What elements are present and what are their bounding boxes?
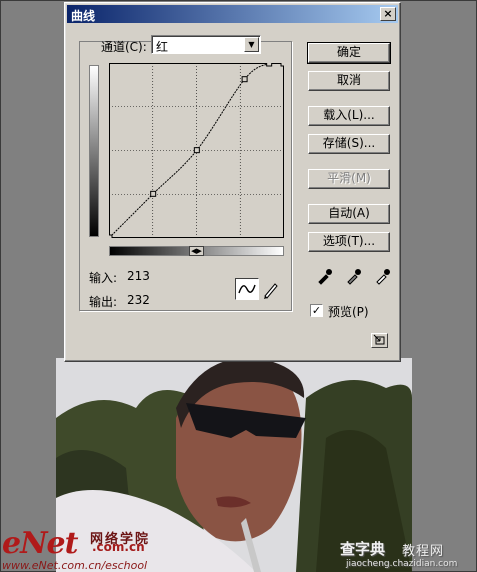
white-eyedropper-button[interactable] — [374, 267, 392, 285]
curves-dialog: 曲线 × 通道(C): 红 ▼ ◀▶ 输入: 213 输出: 232 确定 取消… — [64, 2, 401, 362]
watermark-right-sub: 教程网 — [402, 544, 445, 559]
watermark-url: www.eNet.com.cn/eschool — [2, 559, 148, 572]
curve-tool-button[interactable] — [235, 278, 259, 300]
pencil-icon — [264, 283, 278, 299]
pencil-tool-button[interactable] — [261, 278, 281, 300]
input-label: 输入: — [89, 271, 118, 285]
watermark-right-main: 查字典 — [340, 540, 386, 558]
black-eyedropper-button[interactable] — [316, 267, 334, 285]
curve-control-point[interactable] — [241, 76, 248, 83]
expand-icon — [373, 334, 385, 345]
input-value: 213 — [127, 269, 150, 283]
gradient-toggle-button[interactable]: ◀▶ — [189, 246, 204, 256]
save-button[interactable]: 存储(S)... — [308, 134, 390, 154]
options-button[interactable]: 选项(T)... — [308, 232, 390, 252]
expand-button[interactable] — [371, 333, 388, 348]
curve-control-point[interactable] — [266, 60, 273, 67]
watermark-enet: eNet 网络学院 .com.cn www.eNet.com.cn/eschoo… — [0, 526, 190, 572]
watermark-right-url: jiaocheng.chazidian.com — [346, 559, 458, 569]
auto-button[interactable]: 自动(A) — [308, 204, 390, 224]
watermark-chazidian: 查字典 教程网 jiaocheng.chazidian.com — [340, 538, 472, 570]
close-button[interactable]: × — [380, 7, 396, 21]
watermark-brand: eNet — [2, 526, 78, 561]
curve-control-point[interactable] — [106, 234, 113, 241]
chevron-down-icon[interactable]: ▼ — [244, 37, 259, 52]
cancel-button[interactable]: 取消 — [308, 71, 390, 91]
channel-value: 红 — [156, 40, 169, 54]
output-value: 232 — [127, 293, 150, 307]
channel-select[interactable]: 红 ▼ — [151, 35, 261, 54]
watermark-domain: .com.cn — [92, 540, 145, 554]
close-icon: × — [383, 7, 393, 20]
title-bar[interactable]: 曲线 × — [67, 5, 398, 23]
curve-graph[interactable] — [106, 60, 287, 241]
channel-label: 通道(C): — [101, 40, 147, 54]
check-icon[interactable]: ✓ — [310, 304, 323, 317]
preview-label: 预览(P) — [328, 305, 369, 319]
dialog-title: 曲线 — [71, 9, 96, 23]
output-gradient-bar — [89, 65, 99, 237]
ok-button[interactable]: 确定 — [307, 42, 391, 64]
curve-tool-icon — [238, 284, 256, 294]
curve-control-point[interactable] — [150, 190, 157, 197]
curve-control-point[interactable] — [193, 147, 200, 154]
smooth-button[interactable]: 平滑(M) — [308, 169, 390, 189]
load-button[interactable]: 载入(L)... — [308, 106, 390, 126]
gray-eyedropper-button[interactable] — [345, 267, 363, 285]
curve-control-point[interactable] — [280, 60, 287, 67]
output-label: 输出: — [89, 295, 118, 309]
